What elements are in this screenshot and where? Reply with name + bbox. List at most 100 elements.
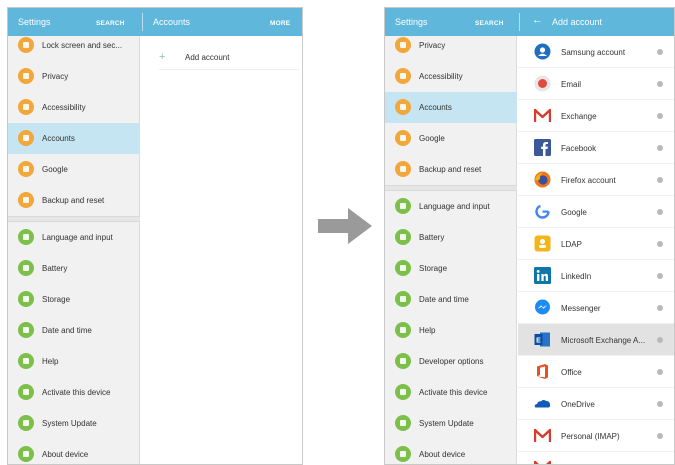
settings-item-system-update[interactable]: System Update [8,408,140,439]
account-type-onedrive[interactable]: OneDrive [518,388,674,420]
right-arrow-icon [318,208,372,244]
account-type-label: Firefox account [561,176,616,185]
info-icon [18,446,34,462]
settings-item-battery[interactable]: Battery [385,222,517,253]
settings-item-about-device[interactable]: About device [8,439,140,464]
settings-item-label: Help [419,326,436,335]
settings-item-storage[interactable]: Storage [385,253,517,284]
key-icon [395,99,411,115]
info-icon [395,446,411,462]
settings-item-system-update[interactable]: System Update [385,408,517,439]
account-type-email[interactable]: Email [518,68,674,100]
settings-item-accounts[interactable]: Accounts [8,123,140,154]
settings-item-about-device[interactable]: About device [385,439,517,464]
back-arrow-icon[interactable]: ← [532,14,543,26]
settings-item-activate-this-device[interactable]: Activate this device [8,377,140,408]
settings-item-label: Language and input [42,233,113,242]
google-icon [18,161,34,177]
add-account-button[interactable]: + Add account [159,48,299,70]
status-dot-icon [657,337,663,343]
settings-item-label: Backup and reset [419,165,482,174]
settings-item-label: Activate this device [419,388,488,397]
search-button[interactable]: SEARCH [475,18,504,30]
account-type-label: Personal (IMAP) [561,432,620,441]
settings-list: Privacy Accessibility Accounts Google Backup… [385,36,517,464]
settings-item-developer-options[interactable]: Developer options [385,346,517,377]
svg-text:E: E [536,338,541,345]
settings-item-lock-screen-and-sec[interactable]: Lock screen and sec... [8,30,140,61]
status-dot-icon [657,145,663,151]
settings-item-google[interactable]: Google [8,154,140,185]
help-icon [395,322,411,338]
app-title: Settings [395,17,428,27]
account-type-exchange[interactable]: Exchange [518,100,674,132]
account-type-office[interactable]: Office [518,356,674,388]
settings-item-backup-and-reset[interactable]: Backup and reset [8,185,140,216]
exchange-icon [533,107,552,124]
samsung-account-icon [534,43,551,60]
battery-icon [395,229,411,245]
accessibility-icon [395,68,411,84]
settings-item-label: Google [42,165,68,174]
privacy-icon [395,37,411,53]
settings-item-help[interactable]: Help [385,315,517,346]
pop3-icon [533,459,552,464]
settings-item-date-and-time[interactable]: Date and time [385,284,517,315]
settings-item-label: Battery [42,264,68,273]
email-icon [534,75,551,92]
account-type-label: Exchange [561,112,597,121]
settings-item-date-and-time[interactable]: Date and time [8,315,140,346]
settings-item-accessibility[interactable]: Accessibility [8,92,140,123]
linkedin-icon [534,267,551,284]
google-icon [395,130,411,146]
settings-item-label: Accessibility [419,72,463,81]
settings-item-backup-and-reset[interactable]: Backup and reset [385,154,517,185]
account-type-label: Facebook [561,144,597,153]
status-dot-icon [657,81,663,87]
account-type-personal-imap[interactable]: Personal (IMAP) [518,420,674,452]
system-update-icon [395,415,411,431]
settings-item-accounts[interactable]: Accounts [385,92,517,123]
account-type-firefox-account[interactable]: Firefox account [518,164,674,196]
settings-item-label: Google [419,134,445,143]
account-type-microsoft-exchange-a[interactable]: E Microsoft Exchange A... [518,324,674,356]
status-dot-icon [657,209,663,215]
settings-item-privacy[interactable]: Privacy [385,30,517,61]
search-button[interactable]: SEARCH [96,18,125,30]
settings-item-language-and-input[interactable]: Language and input [8,222,140,253]
settings-item-battery[interactable]: Battery [8,253,140,284]
account-type-samsung-account[interactable]: Samsung account [518,36,674,68]
plus-icon: + [159,51,166,63]
settings-item-label: Privacy [419,41,446,50]
account-type-ldap[interactable]: LDAP [518,228,674,260]
account-type-messenger[interactable]: Messenger [518,292,674,324]
settings-item-activate-this-device[interactable]: Activate this device [385,377,517,408]
settings-item-label: Accounts [42,134,75,143]
account-type-label: LDAP [561,240,582,249]
settings-item-help[interactable]: Help [8,346,140,377]
account-type-facebook[interactable]: Facebook [518,132,674,164]
settings-item-google[interactable]: Google [385,123,517,154]
settings-item-privacy[interactable]: Privacy [8,61,140,92]
privacy-icon [18,68,34,84]
system-update-icon [18,415,34,431]
account-type-personal-pop3[interactable]: Personal (POP3) [518,452,674,464]
settings-item-label: Language and input [419,202,490,211]
account-type-google[interactable]: Google [518,196,674,228]
accessibility-icon [18,99,34,115]
status-dot-icon [657,433,663,439]
account-type-linkedin[interactable]: LinkedIn [518,260,674,292]
bar-divider [142,13,143,31]
more-button[interactable]: MORE [270,18,290,30]
settings-item-label: Activate this device [42,388,111,397]
settings-item-storage[interactable]: Storage [8,284,140,315]
language-icon [395,198,411,214]
developer-icon [395,353,411,369]
clock-icon [395,291,411,307]
settings-item-accessibility[interactable]: Accessibility [385,61,517,92]
ms-exchange-icon: E [534,331,551,348]
settings-item-language-and-input[interactable]: Language and input [385,191,517,222]
settings-item-label: Storage [419,264,448,273]
account-type-label: Microsoft Exchange A... [561,336,646,345]
settings-item-label: Accounts [419,103,452,112]
